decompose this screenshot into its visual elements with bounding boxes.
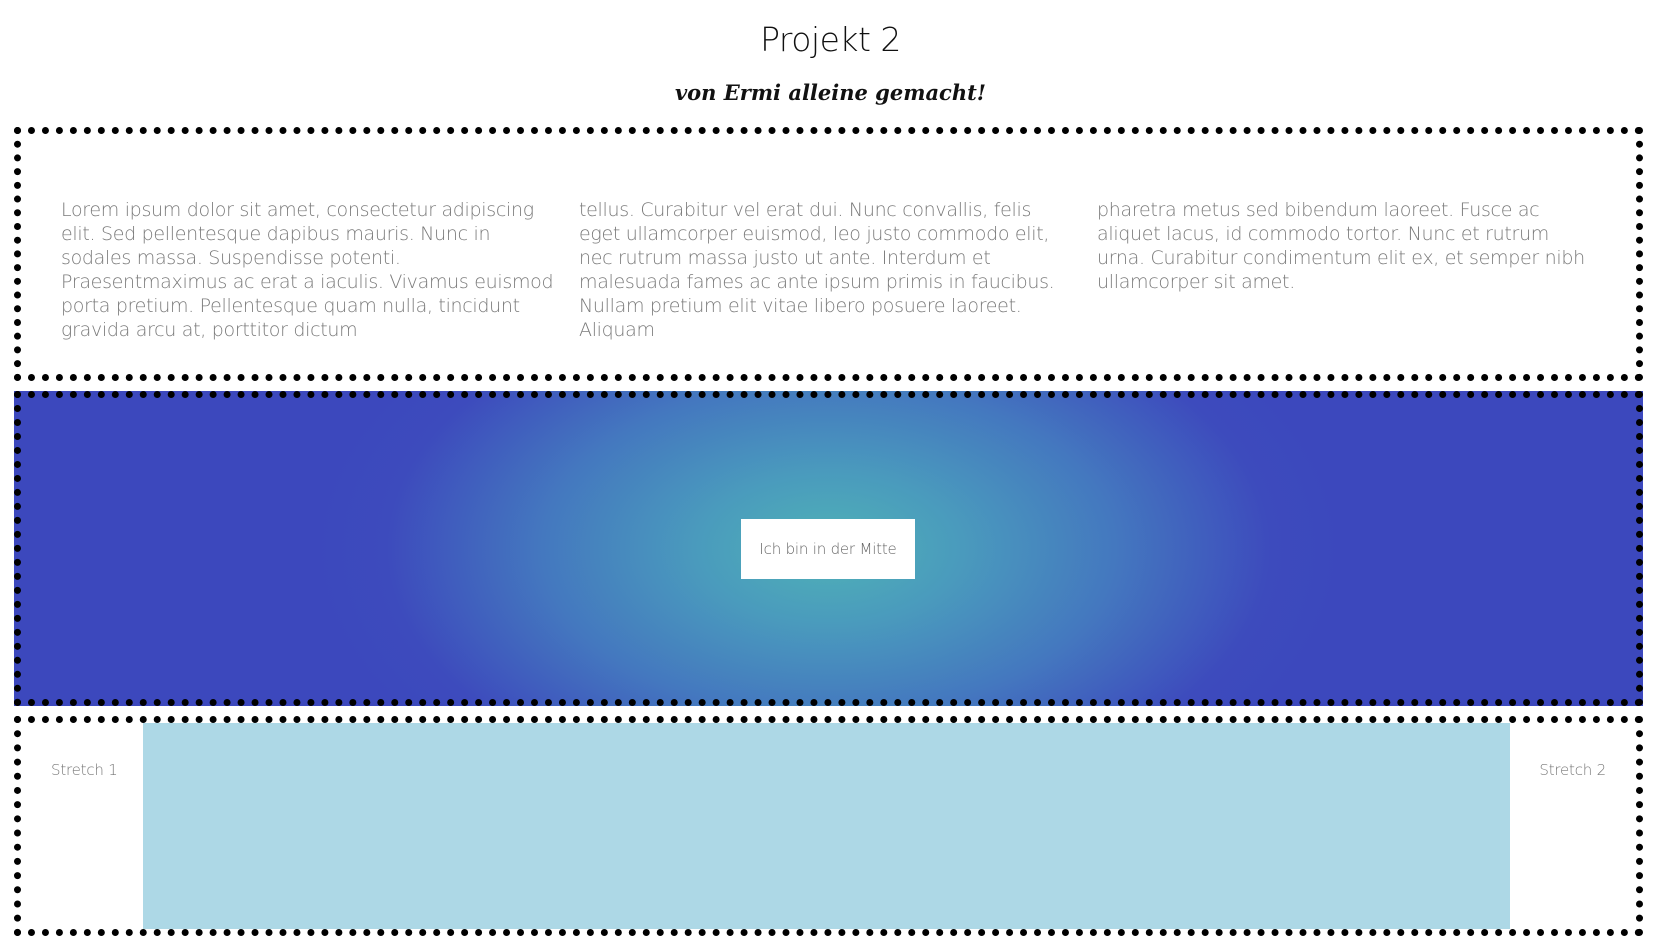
stretch-label-1: Stretch 1 [51,761,118,779]
text-column-1: Lorem ipsum dolor sit amet, consectetur … [61,199,554,341]
text-column-3: pharetra metus sed bibendum laoreet. Fus… [1097,199,1585,293]
text-section: Lorem ipsum dolor sit amet, consectetur … [14,127,1643,381]
stretch-fill-area [143,723,1510,929]
page-scrollbar[interactable] [1649,0,1661,904]
center-box: Ich bin in der Mitte [741,519,915,579]
stretch-section: Stretch 1 Stretch 2 [14,716,1643,936]
page-subtitle: von Ermi alleine gemacht! [674,80,987,105]
text-columns: Lorem ipsum dolor sit amet, consectetur … [61,198,1621,342]
center-section: Ich bin in der Mitte [14,391,1643,706]
page-title: Projekt 2 [760,20,901,59]
stretch-label-2: Stretch 2 [1539,761,1606,779]
text-column-2: tellus. Curabitur vel erat dui. Nunc con… [579,199,1055,341]
